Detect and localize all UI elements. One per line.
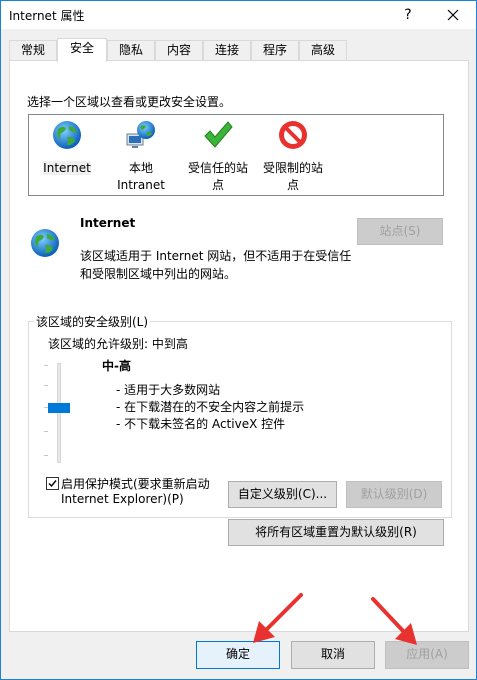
zone-restricted-sites-label-1: 受限制的站 — [262, 161, 323, 175]
zone-list: Internet 本地 Intranet 受信任的站 点 受限制的站 点 — [28, 114, 444, 196]
allowed-levels-text: 该区域的允许级别: 中到高 — [48, 337, 188, 351]
zone-local-intranet-label-2: Intranet — [117, 178, 165, 192]
level-bullet-3: - 不下载未签名的 ActiveX 控件 — [116, 417, 286, 431]
window-title: Internet 属性 — [9, 9, 85, 23]
security-level-name: 中-高 — [102, 359, 131, 373]
zone-internet[interactable]: Internet — [35, 119, 99, 177]
tab-general[interactable]: 常规 — [9, 40, 57, 61]
help-button[interactable]: ? — [385, 1, 431, 29]
level-bullet-2: - 在下载潜在的不安全内容之前提示 — [116, 400, 305, 414]
title-bar[interactable]: Internet 属性 ? — [1, 1, 476, 29]
zone-trusted-sites[interactable]: 受信任的站 点 — [181, 119, 255, 194]
zone-restricted-sites-label-2: 点 — [286, 178, 299, 192]
tab-privacy[interactable]: 隐私 — [107, 40, 155, 61]
protected-mode-checkbox[interactable] — [46, 477, 59, 490]
slider-thumb[interactable] — [48, 403, 70, 413]
close-icon — [447, 9, 459, 21]
zone-local-intranet[interactable]: 本地 Intranet — [111, 119, 171, 194]
tab-programs[interactable]: 程序 — [251, 40, 299, 61]
annotation-arrow-ok — [253, 593, 303, 643]
protected-mode-label-2: Internet Explorer)(P) — [61, 492, 184, 506]
tab-content[interactable]: 内容 — [155, 40, 203, 61]
reset-all-zones-button[interactable]: 将所有区域重置为默认级别(R) — [228, 519, 444, 546]
zone-trusted-sites-label-1: 受信任的站 — [187, 161, 248, 175]
zone-internet-label: Internet — [43, 161, 91, 175]
slider-track — [57, 363, 61, 463]
tab-advanced[interactable]: 高级 — [299, 40, 347, 61]
selected-zone-name: Internet — [80, 216, 136, 230]
globe-icon — [53, 121, 81, 149]
default-level-button[interactable]: 默认级别(D) — [346, 481, 442, 508]
internet-properties-window: Internet 属性 ? 常规 安全 隐私 内容 连接 程序 高级 选择一个区… — [0, 0, 477, 680]
tab-security[interactable]: 安全 — [57, 38, 107, 62]
zone-restricted-sites[interactable]: 受限制的站 点 — [256, 119, 330, 194]
annotation-arrow-apply — [371, 597, 417, 645]
checkmark-icon — [204, 121, 233, 148]
security-level-slider[interactable] — [44, 363, 74, 465]
zone-trusted-sites-label-2: 点 — [211, 178, 224, 192]
zone-local-intranet-label-1: 本地 — [128, 161, 153, 175]
custom-level-button[interactable]: 自定义级别(C)... — [228, 481, 337, 508]
sites-button[interactable]: 站点(S) — [357, 218, 443, 245]
restricted-icon — [279, 121, 307, 149]
close-button[interactable] — [430, 1, 476, 29]
protected-mode-label-1: 启用保护模式(要求重新启动 — [61, 477, 210, 491]
local-intranet-icon — [126, 121, 155, 148]
checkmark-small-icon — [48, 480, 57, 488]
selected-zone-desc-2: 和受限制区域中列出的网站。 — [80, 267, 237, 281]
security-level-group-title: 该区域的安全级别(L) — [34, 313, 151, 330]
zone-instruction: 选择一个区域以查看或更改安全设置。 — [27, 95, 232, 109]
level-bullet-1: - 适用于大多数网站 — [116, 383, 221, 397]
tab-connections[interactable]: 连接 — [203, 40, 251, 61]
selected-zone-globe-icon — [31, 229, 59, 257]
selected-zone-desc-1: 该区域适用于 Internet 网站，但不适用于在受信任 — [80, 249, 352, 263]
